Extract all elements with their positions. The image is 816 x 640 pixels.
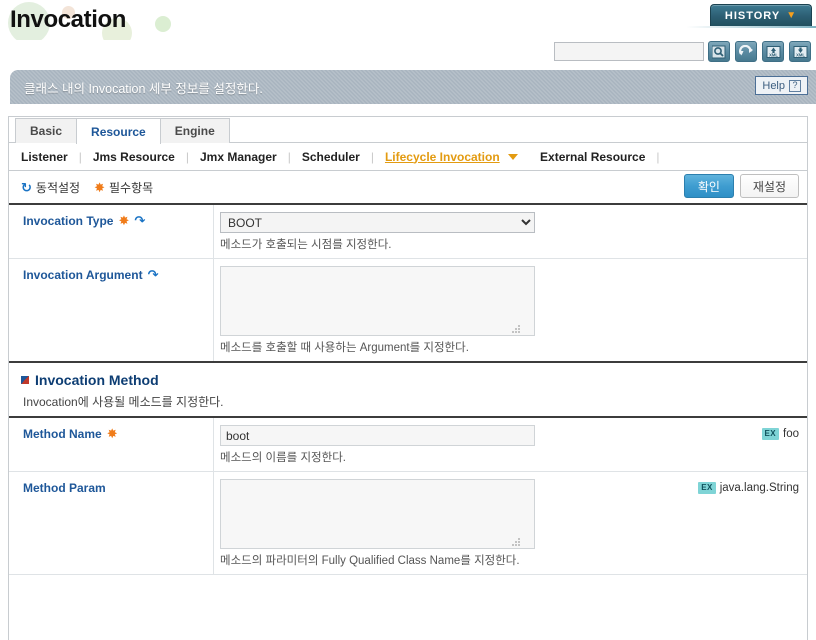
xml-upload-icon: XML [766,45,781,59]
main-panel: Basic Resource Engine Listener | Jms Res… [8,116,808,640]
svg-text:XML: XML [769,52,778,57]
example-value-method-param: java.lang.String [719,482,799,494]
reset-button-top[interactable]: 재설정 [739,174,799,198]
field-row-invocation-type: Invocation Type ✸ ↷ BOOT 메소드가 호출되는 시점를 지… [9,203,807,258]
label-method-name: Method Name ✸ [9,418,214,471]
divider: | [78,149,82,164]
top-action-buttons: 확인 재설정 [683,174,799,198]
decorative-circle-icon [155,16,171,32]
search-input[interactable] [554,42,704,61]
hint-method-name: 메소드의 이름를 지정한다. [220,452,346,464]
asterisk-icon: ✸ [106,426,118,441]
sidebar-item-jmx-manager[interactable]: Jmx Manager [198,150,279,164]
section-subtitle: Invocation에 사용될 메소드를 지정한다. [23,395,224,409]
example-badge-icon: EX [761,428,779,440]
legend-required: ✸ 필수항목 [94,179,153,196]
hint-invocation-type: 메소드가 호출되는 시점를 지정한다. [220,239,392,251]
divider: | [287,149,291,164]
bullet-square-icon [21,376,29,384]
field-invocation-type: BOOT 메소드가 호출되는 시점를 지정한다. [214,205,807,258]
tab-resource-label: Resource [91,124,146,139]
confirm-button-top[interactable]: 확인 [683,174,734,198]
label-invocation-argument-text: Invocation Argument [23,268,143,282]
search-button[interactable] [708,41,730,62]
label-invocation-type: Invocation Type ✸ ↷ [9,205,214,258]
page-header: Invocation HISTORY ▼ [0,0,816,40]
example-hint-method-name: EX foo [761,428,799,440]
header-divider [686,26,816,28]
legend-dynamic-label: 동적설정 [35,180,81,195]
field-row-method-param: Method Param 메소드의 파라미터의 Fully Qualified … [9,471,807,574]
tab-engine[interactable]: Engine [159,118,230,143]
legend-row: ↻ 동적설정 ✸ 필수항목 확인 재설정 [9,171,807,203]
refresh-icon: ↷ [134,213,146,228]
hint-invocation-argument: 메소드를 호출할 때 사용하는 Argument를 지정한다. [220,342,469,354]
label-invocation-argument: Invocation Argument ↷ [9,259,214,361]
search-icon [712,45,726,59]
legend-required-label: 필수항목 [108,180,154,195]
resize-handle[interactable] [512,538,521,547]
chevron-down-icon[interactable] [507,153,518,160]
divider: | [656,149,660,164]
sidebar-item-lifecycle-invocation[interactable]: Lifecycle Invocation [383,150,502,164]
field-method-param: 메소드의 파라미터의 Fully Qualified Class Name를 지… [214,472,807,574]
field-row-invocation-argument: Invocation Argument ↷ 메소드를 호출할 때 사용하는 Ar… [9,258,807,361]
refresh-button[interactable] [735,41,757,62]
label-method-name-text: Method Name [23,427,102,441]
table-divider [9,574,807,575]
help-button-label: Help [762,79,785,92]
method-name-input[interactable] [220,425,535,446]
svg-text:XML: XML [796,52,805,57]
example-hint-method-param: EX java.lang.String [698,482,799,494]
section-title-text: Invocation Method [35,372,159,388]
divider [526,150,529,164]
sub-tab-bar: Listener | Jms Resource | Jmx Manager | … [9,143,807,171]
divider: | [370,149,374,164]
method-param-textarea[interactable] [220,479,535,549]
help-button[interactable]: Help ? [755,76,808,95]
legend-dynamic: ↻ 동적설정 [21,179,80,196]
main-tab-bar: Basic Resource Engine [9,117,807,144]
example-value-method-name: foo [783,428,799,440]
label-method-param: Method Param [9,472,214,574]
tab-basic-label: Basic [30,124,63,138]
hint-method-param: 메소드의 파라미터의 Fully Qualified Class Name를 지… [220,555,520,567]
description-text: 클래스 내의 Invocation 세부 정보를 설정한다. [24,81,263,96]
field-row-method-name: Method Name ✸ 메소드의 이름를 지정한다. EX foo [9,416,807,471]
sidebar-item-jms-resource[interactable]: Jms Resource [91,150,177,164]
history-button-label: HISTORY [724,9,781,22]
asterisk-icon: ✸ [94,179,105,195]
sidebar-item-scheduler[interactable]: Scheduler [300,150,362,164]
tab-engine-label: Engine [174,124,215,138]
description-bar: 클래스 내의 Invocation 세부 정보를 설정한다. Help ? [10,70,816,104]
label-method-param-text: Method Param [23,481,106,495]
page-title: Invocation [10,6,127,33]
section-invocation-method: Invocation Method Invocation에 사용될 메소드를 지… [9,361,807,416]
divider: | [185,149,189,164]
tab-basic[interactable]: Basic [15,118,78,143]
asterisk-icon: ✸ [118,213,130,228]
example-badge-icon: EX [698,482,716,494]
field-method-name: 메소드의 이름를 지정한다. EX foo [214,418,807,471]
xml-download-icon: XML [793,45,808,59]
xml-download-button[interactable]: XML [789,41,811,62]
refresh-icon: ↻ [21,179,32,195]
sidebar-item-external-resource[interactable]: External Resource [538,150,647,164]
question-mark-icon: ? [789,79,801,92]
invocation-argument-textarea[interactable] [220,266,535,336]
section-title: Invocation Method [21,372,807,388]
chevron-down-icon: ▼ [786,10,798,21]
field-invocation-argument: 메소드를 호출할 때 사용하는 Argument를 지정한다. [214,259,807,361]
label-invocation-type-text: Invocation Type [23,214,114,228]
app-root: Invocation HISTORY ▼ XML XML 클래스 내의 Invo… [0,0,816,640]
xml-upload-button[interactable]: XML [762,41,784,62]
tab-resource[interactable]: Resource [76,118,161,144]
refresh-icon [738,44,754,59]
sidebar-item-listener[interactable]: Listener [19,150,70,164]
refresh-icon: ↷ [147,267,159,282]
resize-handle[interactable] [512,325,521,334]
toolbar: XML XML [0,40,816,70]
history-button[interactable]: HISTORY ▼ [710,4,812,26]
invocation-type-select[interactable]: BOOT [220,212,535,233]
